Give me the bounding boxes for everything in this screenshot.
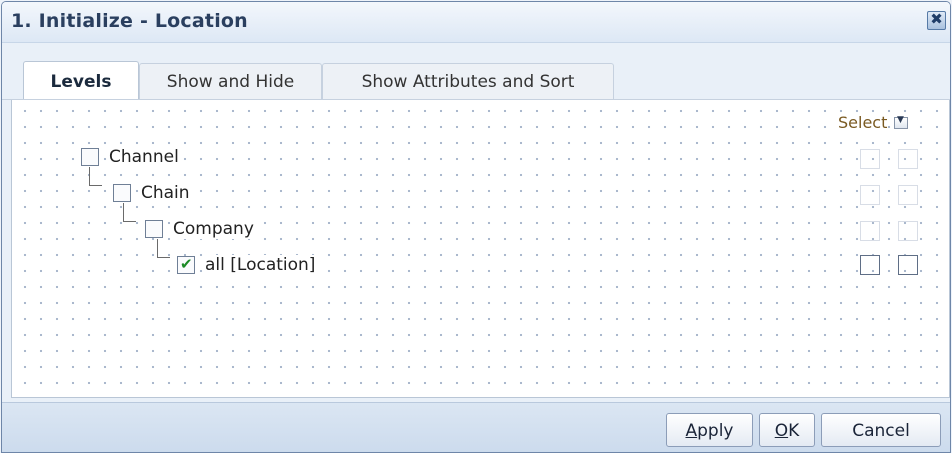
select-checkbox-chain-1[interactable]	[860, 185, 880, 205]
select-column-header: Select	[838, 113, 888, 132]
select-checkbox-company-1[interactable]	[860, 221, 880, 241]
close-icon: ✖	[930, 10, 943, 28]
tree-item-label: Company	[173, 219, 256, 239]
tab-show-and-hide[interactable]: Show and Hide	[139, 63, 322, 100]
level-checkbox-company[interactable]	[145, 220, 163, 238]
level-checkbox-chain[interactable]	[113, 184, 131, 202]
dialog-window: 1. Initialize - Location ✖ Levels Show a…	[0, 0, 952, 453]
apply-label: pply	[697, 421, 734, 441]
dialog-title: 1. Initialize - Location	[11, 10, 248, 32]
cancel-button[interactable]: Cancel	[821, 413, 941, 447]
select-checkbox-company-2[interactable]	[898, 221, 918, 241]
select-dropdown-button[interactable]: ▼	[894, 115, 908, 129]
dialog-frame: 1. Initialize - Location ✖ Levels Show a…	[1, 1, 951, 453]
select-checkbox-all-location-1[interactable]	[860, 255, 880, 275]
tree-item-label: Channel	[109, 147, 181, 167]
apply-button[interactable]: Apply	[666, 413, 753, 447]
tree-item-label: all [Location]	[205, 255, 318, 275]
tab-strip: Levels Show and Hide Show Attributes and…	[2, 43, 950, 102]
tab-levels[interactable]: Levels	[23, 61, 139, 102]
chevron-down-icon: ▼	[897, 115, 904, 125]
ok-mnemonic: O	[774, 421, 789, 441]
close-button[interactable]: ✖	[927, 10, 946, 30]
levels-panel: Select ▼ Channel Chain Company ✔ all [Lo…	[11, 100, 950, 398]
tree-connector	[123, 203, 136, 222]
select-checkbox-chain-2[interactable]	[898, 185, 918, 205]
dialog-footer: Apply OK Cancel	[2, 402, 950, 452]
tree-connector	[157, 239, 170, 258]
title-bar: 1. Initialize - Location ✖	[2, 2, 950, 43]
level-checkbox-all-location[interactable]: ✔	[177, 255, 195, 274]
level-checkbox-channel[interactable]	[81, 148, 99, 166]
apply-mnemonic: A	[685, 421, 698, 441]
tree-item-label: Chain	[141, 183, 192, 203]
tree-connector	[89, 167, 102, 186]
select-checkbox-channel-2[interactable]	[898, 149, 918, 169]
select-checkbox-all-location-2[interactable]	[898, 255, 918, 275]
check-icon: ✔	[180, 255, 193, 273]
ok-button[interactable]: OK	[759, 413, 815, 447]
tab-show-attributes-and-sort[interactable]: Show Attributes and Sort	[322, 63, 614, 100]
ok-label: K	[788, 421, 800, 441]
select-checkbox-channel-1[interactable]	[860, 149, 880, 169]
